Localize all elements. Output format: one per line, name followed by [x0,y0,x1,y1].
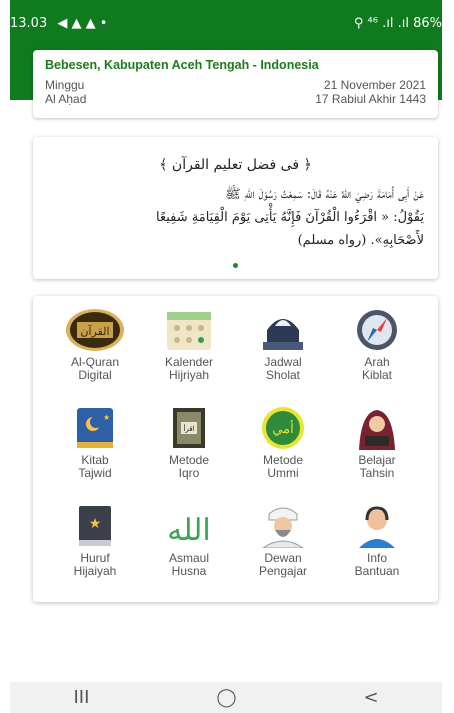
svg-text:اقرأ: اقرأ [183,423,194,433]
carousel-dot-active [233,263,238,268]
recents-button[interactable]: III [73,687,89,708]
hijri-day-name: Al Aḥad [45,92,87,106]
home-button[interactable]: ◯ [216,687,236,708]
book-icon: ★ [65,406,125,450]
menu-item-metode-iqro[interactable]: اقرأ Metode Iqro [143,406,235,480]
hadith-line-2: يَقُوْلُ: « اقْرَءُوا الْقُرْآنَ فَإِنَّ… [156,210,424,225]
gregorian-date: 21 November 2021 [323,78,426,92]
menu-item-asmaul-husna[interactable]: الله Asmaul Husna [143,504,235,578]
ummi-logo-icon: أمي [253,406,313,450]
iqro-book-icon: اقرأ [159,406,219,450]
menu-label: Pengajar [258,564,308,578]
menu-item-kitab-tajwid[interactable]: ★ Kitab Tajwid [49,406,141,480]
menu-item-belajar-tahsin[interactable]: Belajar Tahsin [331,406,423,480]
carousel-indicator [33,253,438,272]
menu-label: Kiblat [361,368,393,382]
calendar-icon [159,308,219,352]
menu-item-dewan-pengajar[interactable]: Dewan Pengajar [237,504,329,578]
menu-label: Husna [171,564,207,578]
menu-item-arah-kiblat[interactable]: Arah Kiblat [331,308,423,382]
status-bar: 13.03 ◀ ▲ ▲ • ⚲ ⁴⁶ .ıl .ıl 86% [10,12,442,34]
compass-icon [347,308,407,352]
hadith-line-1: عَنْ أَبِى أُمَامَةَ رَضِيَ اللهُ عَنْهُ… [224,187,424,202]
svg-text:أمي: أمي [272,420,293,437]
hijri-date: 17 Rabiul Akhir 1443 [315,92,426,106]
svg-text:القرآن: القرآن [80,325,109,338]
woman-reading-icon [347,406,407,450]
mosque-icon [253,308,313,352]
menu-grid: القرآن Al-Quran Digital Kalender Hijriya… [33,296,438,602]
menu-label: Tahsin [359,466,395,480]
svg-text:★: ★ [103,413,110,422]
menu-item-metode-ummi[interactable]: أمي Metode Ummi [237,406,329,480]
hadith-text: عَنْ أَبِى أُمَامَةَ رَضِيَ اللهُ عَنْهُ… [47,183,424,252]
menu-label: Bantuan [354,564,400,578]
allah-calligraphy-icon: الله [159,504,219,548]
menu-item-huruf-hijaiyah[interactable]: ★ Huruf Hijaiyah [49,504,141,578]
system-status-icons: ⚲ ⁴⁶ .ıl .ıl 86% [353,15,442,31]
menu-label: Ummi [267,466,299,480]
hadith-carousel[interactable]: ﴿ فى فضل تعليم القرآن ﴾ عَنْ أَبِى أُمَا… [33,137,438,279]
quran-icon: القرآن [65,308,125,352]
menu-item-kalender-hijriyah[interactable]: Kalender Hijriyah [143,308,235,382]
hadith-line-3: لأَصْحَابِهِ». (رواه مسلم) [297,233,424,248]
hadith-title: ﴿ فى فضل تعليم القرآن ﴾ [159,157,312,173]
menu-label: Tajwid [78,466,112,480]
support-agent-icon [347,504,407,548]
clock: 13.03 [10,15,48,31]
hijaiyah-book-icon: ★ [65,504,125,548]
svg-text:★: ★ [89,516,102,532]
teacher-icon [253,504,313,549]
system-navigation-bar: III ◯ < [10,682,442,713]
location-card: Bebesen, Kabupaten Aceh Tengah - Indones… [33,50,438,118]
day-name: Minggu [45,78,85,92]
menu-label: Iqro [178,466,200,480]
notification-icons: ◀ ▲ ▲ • [57,15,108,31]
menu-item-info-bantuan[interactable]: Info Bantuan [331,504,423,578]
menu-label: Digital [78,368,112,382]
back-button[interactable]: < [363,687,378,708]
menu-label: Hijriyah [168,368,209,382]
menu-item-jadwal-sholat[interactable]: Jadwal Sholat [237,308,329,382]
menu-label: Sholat [265,368,301,382]
menu-label: Hijaiyah [73,564,117,578]
svg-text:الله: الله [167,513,211,548]
location-title: Bebesen, Kabupaten Aceh Tengah - Indones… [45,58,319,72]
menu-item-al-quran[interactable]: القرآن Al-Quran Digital [49,308,141,382]
status-time: 13.03 ◀ ▲ ▲ • [10,16,107,31]
